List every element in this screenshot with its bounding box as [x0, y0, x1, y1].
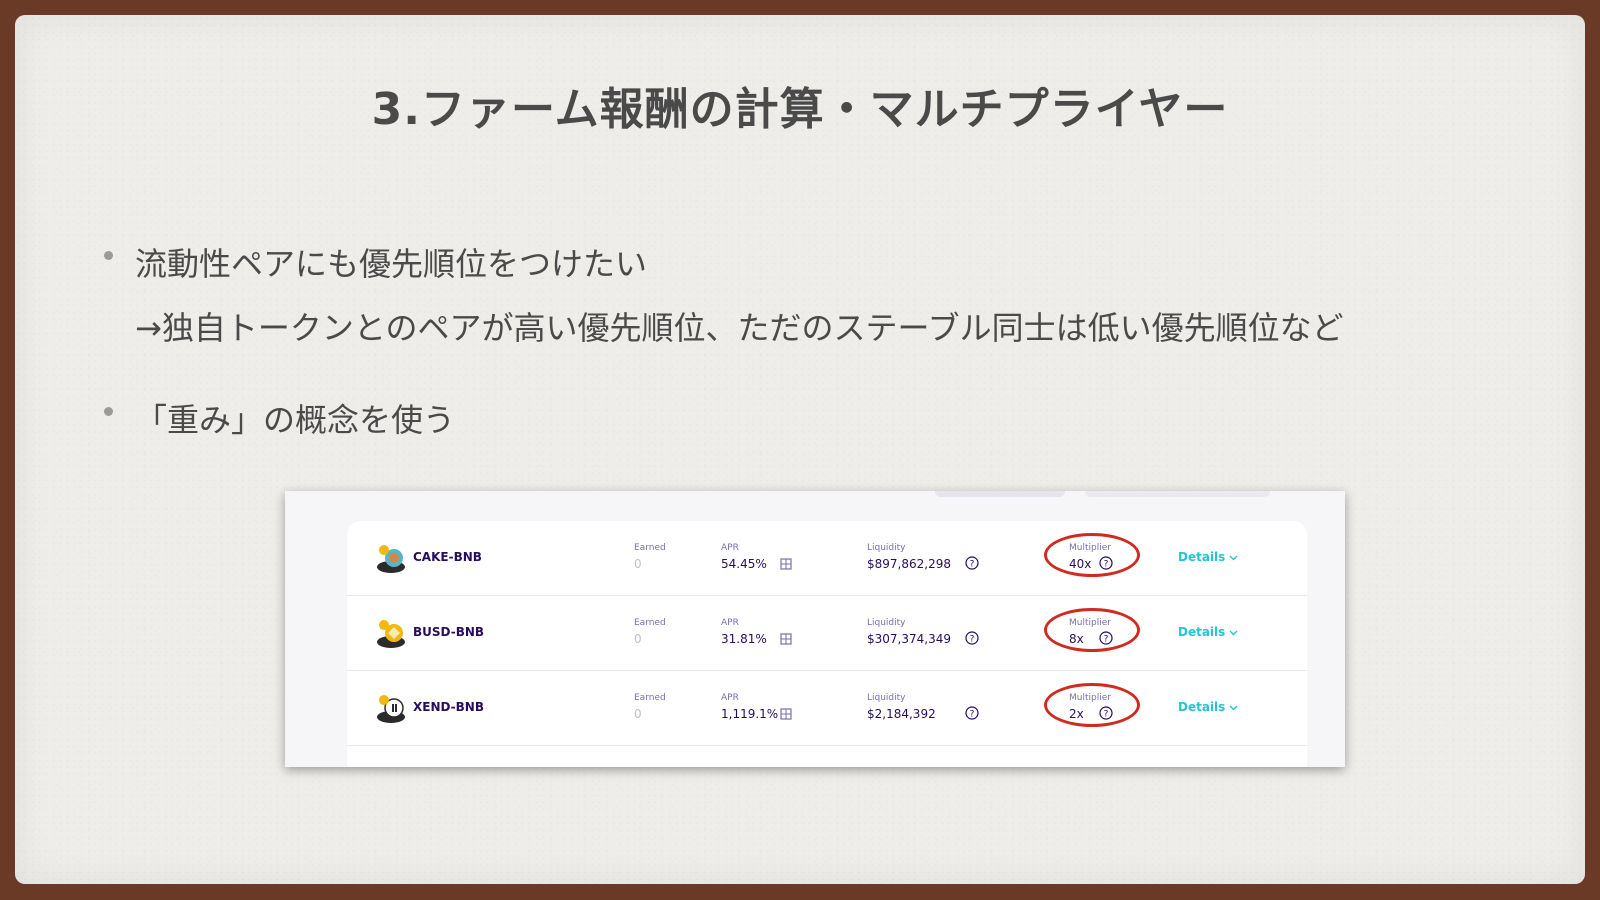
table-row[interactable]: BUSD-BNB Earned 0 APR 31.81% Liquidity $… [347, 596, 1307, 671]
tab-pill [1085, 491, 1270, 497]
chevron-down-icon[interactable] [1229, 703, 1238, 712]
bullet-text: 流動性ペアにも優先順位をつけたい [135, 245, 648, 283]
liquidity-label: Liquidity [867, 618, 906, 628]
pair-name: BUSD-BNB [413, 625, 485, 639]
multiplier-value: 40x [1069, 557, 1092, 571]
chevron-down-icon[interactable] [1229, 553, 1238, 562]
apr-label: APR [721, 618, 739, 628]
help-circle-icon[interactable]: ? [965, 556, 979, 570]
help-circle-icon[interactable]: ? [1099, 556, 1113, 570]
chevron-down-icon[interactable] [1229, 628, 1238, 637]
liquidity-value: $897,862,298 [867, 557, 951, 571]
apr-value: 1,119.1% [721, 707, 779, 721]
bullet-text: →独自トークンとのペアが高い優先順位、ただのステーブル同士は低い優先順位など [135, 309, 1344, 347]
token-pair-icon [377, 545, 405, 573]
bullet-item: 「重み」の概念を使う [104, 395, 456, 441]
svg-text:?: ? [1104, 635, 1109, 645]
highlight-ring [1044, 533, 1140, 577]
liquidity-value: $2,184,392 [867, 707, 936, 721]
help-circle-icon[interactable]: ? [965, 631, 979, 645]
apr-value: 31.81% [721, 632, 767, 646]
tab-pill [935, 491, 1065, 497]
bullet-subtext: →独自トークンとのペアが高い優先順位、ただのステーブル同士は低い優先順位など [135, 303, 1344, 349]
earned-label: Earned [634, 693, 666, 703]
highlight-ring [1044, 683, 1140, 727]
earned-value: 0 [634, 707, 642, 721]
table-row[interactable]: CAKE-BNB Earned 0 APR 54.45% Liquidity $… [347, 521, 1307, 596]
multiplier-value: 8x [1069, 632, 1084, 646]
farm-table: CAKE-BNB Earned 0 APR 54.45% Liquidity $… [347, 521, 1307, 767]
slide: 3.ファーム報酬の計算・マルチプライヤー 流動性ペアにも優先順位をつけたい →独… [15, 15, 1585, 884]
slide-title: 3.ファーム報酬の計算・マルチプライヤー [371, 84, 1229, 135]
earned-label: Earned [634, 543, 666, 553]
pair-name: XEND-BNB [413, 700, 484, 714]
liquidity-label: Liquidity [867, 543, 906, 553]
calculator-icon[interactable] [780, 558, 792, 570]
multiplier-label: Multiplier [1069, 693, 1111, 703]
help-circle-icon[interactable]: ? [1099, 706, 1113, 720]
highlight-ring [1044, 608, 1140, 652]
bullet-dot [104, 251, 113, 260]
help-circle-icon[interactable]: ? [965, 706, 979, 720]
liquidity-value: $307,374,349 [867, 632, 951, 646]
table-row[interactable]: XEND-BNB Earned 0 APR 1,119.1% Liquidity… [347, 671, 1307, 746]
svg-text:?: ? [1104, 710, 1109, 720]
bullet-dot [104, 407, 113, 416]
multiplier-label: Multiplier [1069, 543, 1111, 553]
svg-text:?: ? [970, 635, 975, 645]
help-circle-icon[interactable]: ? [1099, 631, 1113, 645]
svg-text:?: ? [970, 560, 975, 570]
calculator-icon[interactable] [780, 633, 792, 645]
details-link[interactable]: Details [1178, 700, 1225, 714]
apr-value: 54.45% [721, 557, 767, 571]
token-pair-icon [377, 695, 405, 723]
earned-label: Earned [634, 618, 666, 628]
liquidity-label: Liquidity [867, 693, 906, 703]
svg-text:?: ? [970, 710, 975, 720]
apr-label: APR [721, 693, 739, 703]
apr-label: APR [721, 543, 739, 553]
token-pair-icon [377, 620, 405, 648]
svg-text:?: ? [1104, 560, 1109, 570]
details-link[interactable]: Details [1178, 550, 1225, 564]
details-link[interactable]: Details [1178, 625, 1225, 639]
bullet-text: 「重み」の概念を使う [135, 401, 456, 439]
farm-table-screenshot: CAKE-BNB Earned 0 APR 54.45% Liquidity $… [285, 491, 1345, 767]
multiplier-label: Multiplier [1069, 618, 1111, 628]
multiplier-value: 2x [1069, 707, 1084, 721]
bullet-item: 流動性ペアにも優先順位をつけたい [104, 239, 648, 285]
pair-name: CAKE-BNB [413, 550, 482, 564]
calculator-icon[interactable] [780, 708, 792, 720]
earned-value: 0 [634, 557, 642, 571]
earned-value: 0 [634, 632, 642, 646]
